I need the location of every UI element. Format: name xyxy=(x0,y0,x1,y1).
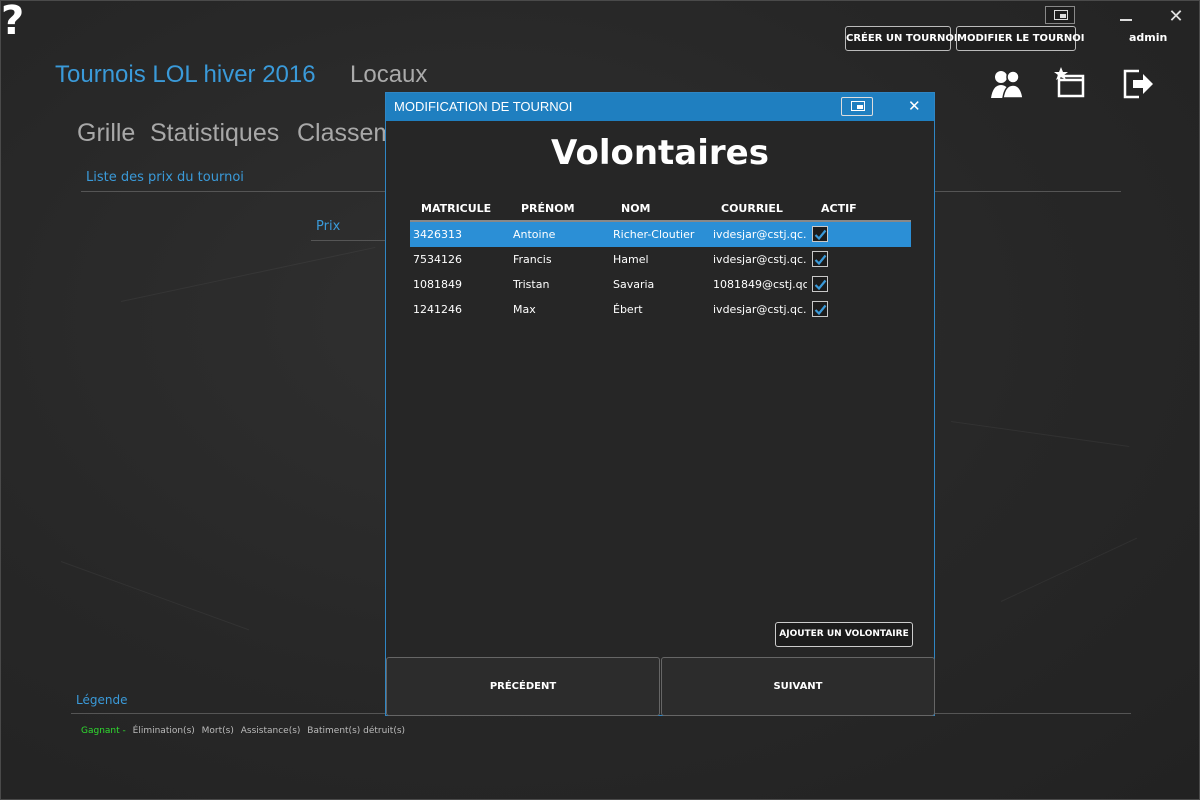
cell-matricule: 3426313 xyxy=(413,228,462,241)
logout-icon[interactable] xyxy=(1121,66,1157,102)
tab-statistiques[interactable]: Statistiques xyxy=(150,119,279,148)
cell-matricule: 1241246 xyxy=(413,303,462,316)
create-tournament-button[interactable]: CRÉER UN TOURNOI xyxy=(845,26,958,51)
actif-checkbox[interactable] xyxy=(812,276,828,292)
restore-window-icon[interactable] xyxy=(1045,6,1075,24)
cell-prenom: Max xyxy=(513,303,536,316)
add-volunteer-button[interactable]: AJOUTER UN VOLONTAIRE xyxy=(775,622,913,647)
tab-grille[interactable]: Grille xyxy=(77,119,135,148)
cell-courriel: ivdesjar@cstj.qc.ca xyxy=(713,253,807,266)
legend-item-deaths: Mort(s) xyxy=(201,726,234,736)
cell-prenom: Tristan xyxy=(513,278,550,291)
legend-item-buildings: Batiment(s) détruit(s) xyxy=(307,726,406,736)
user-name: admin xyxy=(1129,31,1168,44)
table-row[interactable]: 1241246 Max Ébert ivdesjar@cstj.qc.ca xyxy=(410,297,911,322)
dialog-titlebar: MODIFICATION DE TOURNOI ✕ xyxy=(386,93,934,121)
cell-nom: Savaria xyxy=(613,278,655,291)
cell-nom: Hamel xyxy=(613,253,649,266)
previous-button[interactable]: PRÉCÉDENT xyxy=(386,657,660,716)
prize-list-link[interactable]: Liste des prix du tournoi xyxy=(86,170,244,185)
cell-prenom: Antoine xyxy=(513,228,556,241)
volunteers-table: MATRICULE PRÉNOM NOM COURRIEL ACTIF 3426… xyxy=(410,198,911,322)
cell-nom: Richer-Cloutier xyxy=(613,228,695,241)
cell-courriel: ivdesjar@cstj.qc.ca xyxy=(713,228,807,241)
close-dialog-icon[interactable]: ✕ xyxy=(908,97,921,115)
legend-title: Légende xyxy=(76,693,128,707)
column-header-prenom[interactable]: PRÉNOM xyxy=(521,202,575,215)
tournament-subtitle: Locaux xyxy=(350,61,428,88)
cell-courriel: ivdesjar@cstj.qc.ca xyxy=(713,303,807,316)
cell-prenom: Francis xyxy=(513,253,552,266)
column-header-nom[interactable]: NOM xyxy=(621,202,651,215)
actif-checkbox[interactable] xyxy=(812,226,828,242)
table-row[interactable]: 1081849 Tristan Savaria 1081849@cstj.qc.ca xyxy=(410,272,911,297)
modify-tournament-button[interactable]: MODIFIER LE TOURNOI xyxy=(956,26,1084,51)
legend-item-eliminations: Élimination(s) xyxy=(132,726,195,736)
app-window: ✕ CRÉER UN TOURNOI MODIFIER LE TOURNOI a… xyxy=(0,0,1200,800)
column-header-matricule[interactable]: MATRICULE xyxy=(421,202,491,215)
minimize-icon[interactable] xyxy=(1111,7,1141,27)
next-button[interactable]: SUIVANT xyxy=(661,657,935,716)
close-window-icon[interactable]: ✕ xyxy=(1161,7,1191,27)
favorite-window-icon[interactable] xyxy=(1053,66,1089,102)
cell-matricule: 1081849 xyxy=(413,278,462,291)
actif-checkbox[interactable] xyxy=(812,251,828,267)
legend-item-assists: Assistance(s) xyxy=(240,726,301,736)
table-header: MATRICULE PRÉNOM NOM COURRIEL ACTIF xyxy=(410,198,911,222)
table-row[interactable]: 3426313 Antoine Richer-Cloutier ivdesjar@cs… xyxy=(410,222,911,247)
table-row[interactable]: 7534126 Francis Hamel ivdesjar@cstj.qc.ca xyxy=(410,247,911,272)
actif-checkbox[interactable] xyxy=(812,301,828,317)
tournament-title: Tournois LOL hiver 2016 xyxy=(55,61,316,88)
tab-classement[interactable]: Classem xyxy=(297,119,394,148)
divider xyxy=(311,240,391,241)
prize-column-header: Prix xyxy=(316,219,341,234)
cell-courriel: 1081849@cstj.qc.ca xyxy=(713,278,807,291)
cell-nom: Ébert xyxy=(613,303,643,316)
cell-matricule: 7534126 xyxy=(413,253,462,266)
dialog-heading: Volontaires xyxy=(551,133,769,173)
modify-tournament-dialog: MODIFICATION DE TOURNOI ✕ Volontaires MA… xyxy=(385,92,935,716)
restore-dialog-icon[interactable] xyxy=(841,97,873,116)
users-icon[interactable] xyxy=(989,66,1025,102)
column-header-actif[interactable]: ACTIF xyxy=(821,202,857,215)
legend: Gagnant - Élimination(s) Mort(s) Assista… xyxy=(81,726,409,736)
dialog-title: MODIFICATION DE TOURNOI xyxy=(394,99,573,114)
column-header-courriel[interactable]: COURRIEL xyxy=(721,202,783,215)
legend-item-winner: Gagnant - xyxy=(81,726,126,736)
